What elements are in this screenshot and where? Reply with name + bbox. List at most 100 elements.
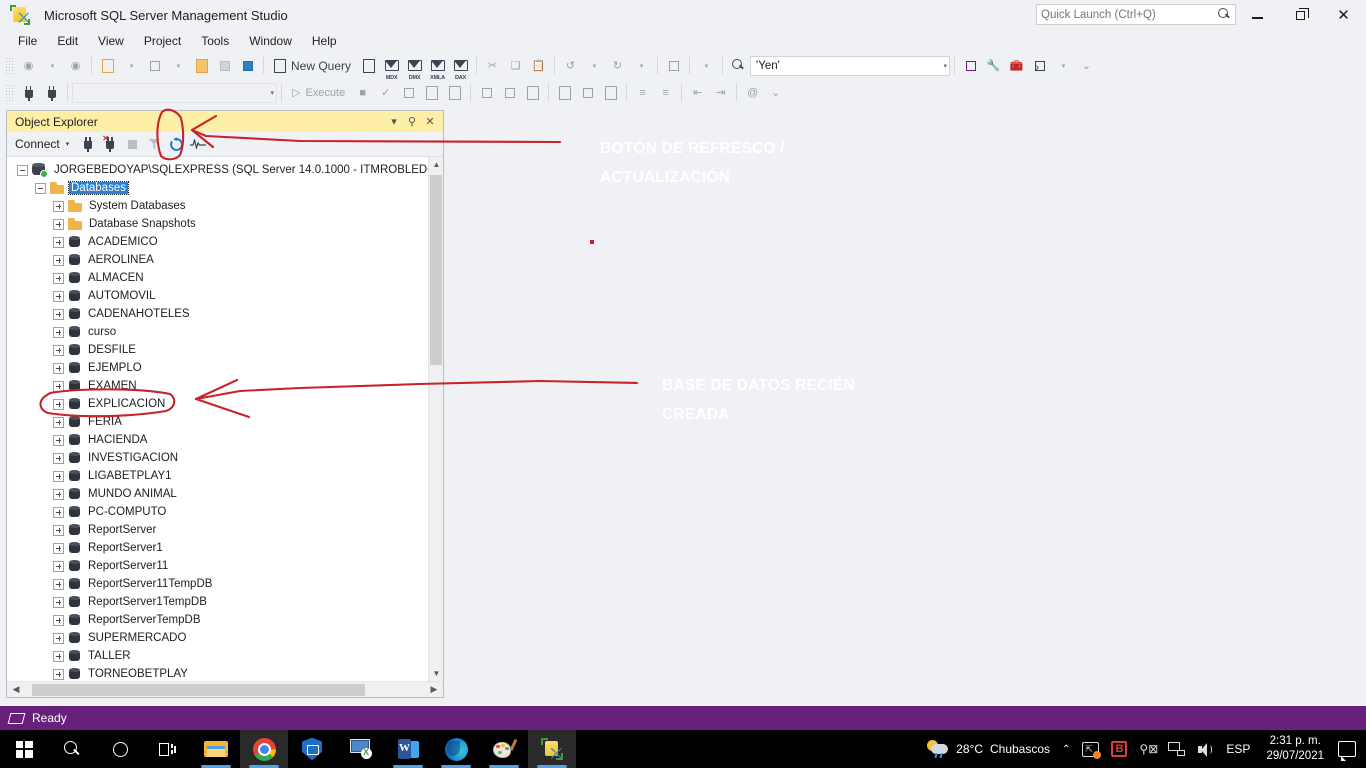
results-to-grid-icon[interactable]: [576, 82, 599, 104]
tray-bitdefender[interactable]: B: [1105, 730, 1133, 768]
minimize-button[interactable]: [1236, 0, 1279, 30]
object-explorer-vertical-scrollbar[interactable]: ▲ ▼: [428, 157, 443, 681]
navigate-back-icon[interactable]: ◉: [17, 55, 40, 77]
new-dmx-query-icon[interactable]: DMX: [403, 57, 426, 81]
undo-icon[interactable]: ↺: [559, 55, 582, 77]
expand-icon[interactable]: [53, 398, 64, 410]
taskbar-app-microsoft-word[interactable]: W: [384, 730, 432, 768]
new-project-icon[interactable]: [96, 55, 119, 77]
stop-icon[interactable]: ■: [351, 82, 374, 104]
expand-icon[interactable]: [53, 200, 64, 212]
expand-icon[interactable]: [53, 614, 64, 626]
tree-node[interactable]: ReportServer: [11, 521, 443, 539]
close-button[interactable]: ✕: [1322, 0, 1365, 30]
tree-node[interactable]: ACADEMICO: [11, 233, 443, 251]
menu-item-project[interactable]: Project: [134, 32, 191, 50]
tree-node[interactable]: TORNEOBETPLAY: [11, 665, 443, 681]
expand-icon[interactable]: [53, 380, 64, 392]
menu-item-window[interactable]: Window: [239, 32, 302, 50]
tree-node[interactable]: FERIA: [11, 413, 443, 431]
tree-node[interactable]: EJEMPLO: [11, 359, 443, 377]
horizontal-scroll-thumb[interactable]: [32, 684, 365, 696]
command-prompt-icon[interactable]: ›: [1028, 55, 1051, 77]
menu-item-file[interactable]: File: [8, 32, 47, 50]
expand-icon[interactable]: [53, 434, 64, 446]
new-xmla-query-icon[interactable]: XMLA: [426, 57, 449, 81]
taskbar-app-microsoft-edge[interactable]: [432, 730, 480, 768]
toolbar-overflow-icon[interactable]: ▾: [695, 55, 718, 77]
results-to-text-icon[interactable]: [553, 82, 576, 104]
tray-language[interactable]: ESP: [1220, 730, 1256, 768]
tree-node[interactable]: HACIENDA: [11, 431, 443, 449]
tree-node[interactable]: PC-COMPUTO: [11, 503, 443, 521]
new-analysis-query-icon[interactable]: [357, 55, 380, 77]
menu-item-view[interactable]: View: [88, 32, 134, 50]
action-center-icon[interactable]: [1338, 741, 1356, 761]
expand-icon[interactable]: [53, 506, 64, 518]
tree-node[interactable]: AEROLINEA: [11, 251, 443, 269]
tree-node[interactable]: AUTOMOVIL: [11, 287, 443, 305]
navigate-back-dropdown-icon[interactable]: ▾: [41, 55, 64, 77]
paste-icon[interactable]: 📋: [527, 55, 550, 77]
tray-usb-eject[interactable]: ⚲⊠: [1133, 730, 1162, 768]
tree-node[interactable]: System Databases: [11, 197, 443, 215]
include-client-statistics-icon[interactable]: [475, 82, 498, 104]
tree-node[interactable]: SUPERMERCADO: [11, 629, 443, 647]
pin-icon[interactable]: ⚲: [403, 113, 421, 131]
tree-node[interactable]: MUNDO ANIMAL: [11, 485, 443, 503]
expand-icon[interactable]: [53, 344, 64, 356]
tray-volume[interactable]: [1191, 730, 1220, 768]
command-dropdown-icon[interactable]: ▾: [1052, 55, 1075, 77]
execute-button[interactable]: ▷ Execute: [286, 82, 351, 104]
tree-node[interactable]: LIGABETPLAY1: [11, 467, 443, 485]
tree-node[interactable]: JORGEBEDOYAP\SQLEXPRESS (SQL Server 14.0…: [11, 161, 443, 179]
quick-launch-input[interactable]: [1041, 8, 1218, 21]
expand-icon[interactable]: [53, 218, 64, 230]
refresh-icon[interactable]: [165, 134, 187, 154]
task-view-button[interactable]: [144, 730, 192, 768]
clock[interactable]: 2:31 p. m. 29/07/2021: [1256, 734, 1334, 764]
chevron-down-icon[interactable]: ▾: [944, 62, 948, 70]
object-explorer-horizontal-scrollbar[interactable]: ◀ ▶: [7, 681, 443, 697]
close-icon[interactable]: ✕: [421, 113, 439, 131]
add-item-dropdown-icon[interactable]: ▾: [167, 55, 190, 77]
menu-item-help[interactable]: Help: [302, 32, 347, 50]
tray-network[interactable]: [1162, 730, 1191, 768]
new-dax-query-icon[interactable]: DAX: [449, 57, 472, 81]
taskbar-app-security-shield[interactable]: [288, 730, 336, 768]
object-explorer-title-bar[interactable]: Object Explorer ▾ ⚲ ✕: [7, 111, 443, 132]
expand-icon[interactable]: [53, 272, 64, 284]
scroll-up-icon[interactable]: ▲: [429, 157, 443, 172]
add-new-item-icon[interactable]: [143, 55, 166, 77]
expand-icon[interactable]: [53, 542, 64, 554]
expand-icon[interactable]: [53, 668, 64, 680]
object-explorer-tree[interactable]: JORGEBEDOYAP\SQLEXPRESS (SQL Server 14.0…: [7, 157, 443, 681]
activity-monitor-icon[interactable]: [187, 134, 209, 154]
collapse-icon[interactable]: [35, 182, 46, 194]
taskbar-app-remote-desktop[interactable]: [336, 730, 384, 768]
new-mdx-query-icon[interactable]: MDX: [380, 57, 403, 81]
collapse-icon[interactable]: [17, 164, 28, 176]
query-options-icon[interactable]: [420, 82, 443, 104]
include-actual-plan-icon[interactable]: [443, 82, 466, 104]
tray-weather[interactable]: 28°C Chubascos: [919, 740, 1056, 759]
increase-indent-icon[interactable]: ⇥: [709, 82, 732, 104]
show-hidden-icons-button[interactable]: ⌃: [1056, 730, 1076, 768]
chevron-down-icon[interactable]: ▾: [385, 113, 403, 131]
available-databases-combo[interactable]: ▾: [72, 82, 277, 103]
expand-icon[interactable]: [53, 560, 64, 572]
toolbar-overflow-icon[interactable]: ⌄: [764, 82, 787, 104]
tree-node[interactable]: Database Snapshots: [11, 215, 443, 233]
tree-node[interactable]: ReportServer1TempDB: [11, 593, 443, 611]
scroll-right-icon[interactable]: ▶: [425, 682, 443, 698]
expand-icon[interactable]: [53, 254, 64, 266]
expand-icon[interactable]: [53, 308, 64, 320]
scroll-left-icon[interactable]: ◀: [7, 682, 25, 698]
taskbar-app-paint[interactable]: [480, 730, 528, 768]
taskbar-app-file-explorer[interactable]: [192, 730, 240, 768]
include-live-stats-icon[interactable]: [498, 82, 521, 104]
toolbar-grip[interactable]: [5, 57, 14, 74]
scroll-down-icon[interactable]: ▼: [429, 666, 443, 681]
start-button[interactable]: [0, 730, 48, 768]
connect-icon[interactable]: [17, 82, 40, 104]
